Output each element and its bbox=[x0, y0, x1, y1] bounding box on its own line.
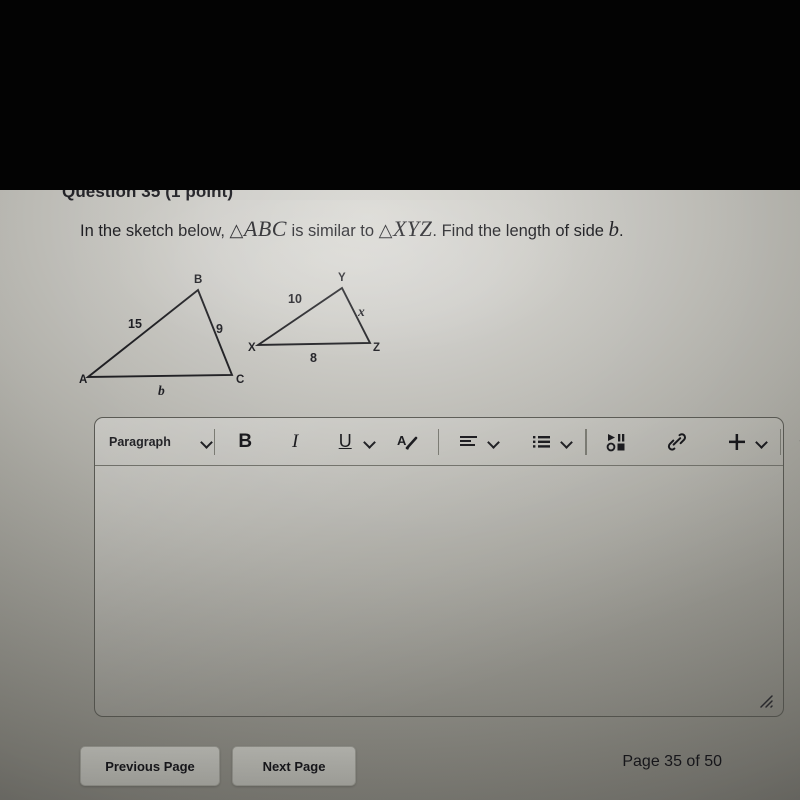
page-counter: Page 35 of 50 bbox=[622, 753, 722, 770]
triangle-xyz-figure: X Y Z 10 x 8 bbox=[248, 272, 380, 365]
align-group bbox=[452, 427, 499, 457]
insert-media-button[interactable] bbox=[600, 427, 634, 457]
triangle-xyz-symbol: △XYZ bbox=[378, 216, 433, 241]
insert-link-button[interactable] bbox=[660, 427, 694, 457]
media-controls-icon bbox=[606, 433, 625, 451]
link-icon bbox=[667, 432, 686, 451]
chevron-down-icon[interactable] bbox=[756, 438, 767, 445]
answer-textarea[interactable] bbox=[95, 466, 783, 716]
plus-icon bbox=[728, 433, 745, 450]
underline-group: U bbox=[328, 427, 375, 457]
align-left-icon bbox=[460, 435, 478, 446]
side-label-yz: x bbox=[357, 304, 365, 319]
triangle-abc-figure: A B C 15 9 b bbox=[79, 274, 244, 398]
prompt-text-before: In the sketch below, bbox=[80, 222, 225, 240]
side-label-xy: 10 bbox=[288, 292, 302, 306]
chevron-down-icon[interactable] bbox=[364, 438, 375, 445]
paragraph-style-label: Paragraph bbox=[109, 434, 171, 449]
black-top-band bbox=[0, 0, 800, 190]
insert-button[interactable] bbox=[720, 427, 754, 457]
vertex-label-y: Y bbox=[338, 272, 346, 284]
answer-editor: Paragraph B I U A bbox=[94, 417, 800, 717]
previous-page-button[interactable]: Previous Page bbox=[80, 746, 220, 786]
next-page-button[interactable]: Next Page bbox=[232, 746, 356, 786]
triangle-abc-symbol: △ABC bbox=[229, 216, 287, 241]
vertex-label-c: C bbox=[236, 374, 244, 386]
vertex-label-x: X bbox=[248, 342, 256, 354]
bulleted-list-icon bbox=[533, 435, 551, 448]
prompt-text-middle: is similar to bbox=[291, 222, 375, 240]
bulleted-list-button[interactable] bbox=[525, 427, 559, 457]
toolbar-divider bbox=[779, 428, 781, 455]
toolbar-divider bbox=[438, 428, 440, 455]
align-button[interactable] bbox=[452, 427, 486, 457]
prompt-text-after: . Find the length of side bbox=[432, 222, 604, 240]
side-label-ab: 15 bbox=[128, 317, 142, 331]
underline-button[interactable]: U bbox=[328, 427, 362, 457]
triangle-figures: A B C 15 9 b X Y Z 10 x 8 bbox=[70, 255, 410, 400]
toolbar-divider bbox=[214, 428, 216, 455]
triangle-xyz-outline bbox=[254, 286, 372, 347]
figures-svg: A B C 15 9 b X Y Z 10 x 8 bbox=[79, 272, 380, 398]
insert-group bbox=[720, 427, 767, 457]
bold-button[interactable]: B bbox=[228, 427, 262, 457]
editor-toolbar: Paragraph B I U A bbox=[95, 418, 800, 466]
unknown-variable: b bbox=[608, 217, 620, 241]
toolbar-divider bbox=[585, 428, 587, 455]
question-prompt: In the sketch below, △ABC is similar to … bbox=[80, 216, 780, 242]
side-label-bc: 9 bbox=[216, 322, 223, 336]
text-color-button[interactable]: A bbox=[391, 427, 425, 457]
chevron-down-icon[interactable] bbox=[488, 438, 499, 445]
svg-text:A: A bbox=[397, 433, 407, 448]
side-label-ac: b bbox=[158, 383, 165, 398]
paragraph-style-select[interactable]: Paragraph bbox=[109, 435, 201, 449]
side-label-xz: 8 bbox=[310, 351, 317, 365]
chevron-down-icon[interactable] bbox=[561, 438, 572, 445]
resize-handle-icon[interactable] bbox=[758, 693, 774, 709]
prompt-text-end: . bbox=[619, 222, 624, 240]
vertex-label-a: A bbox=[79, 374, 87, 386]
vertex-label-b: B bbox=[194, 274, 202, 286]
list-group bbox=[525, 427, 572, 457]
vertex-label-z: Z bbox=[373, 342, 380, 354]
triangle-abc-outline bbox=[85, 288, 234, 378]
italic-button[interactable]: I bbox=[278, 427, 312, 457]
text-color-icon: A bbox=[397, 433, 418, 450]
screenshot-root: Question 35 (1 point) In the sketch belo… bbox=[0, 0, 800, 800]
more-options-button[interactable]: ••• bbox=[794, 427, 800, 457]
